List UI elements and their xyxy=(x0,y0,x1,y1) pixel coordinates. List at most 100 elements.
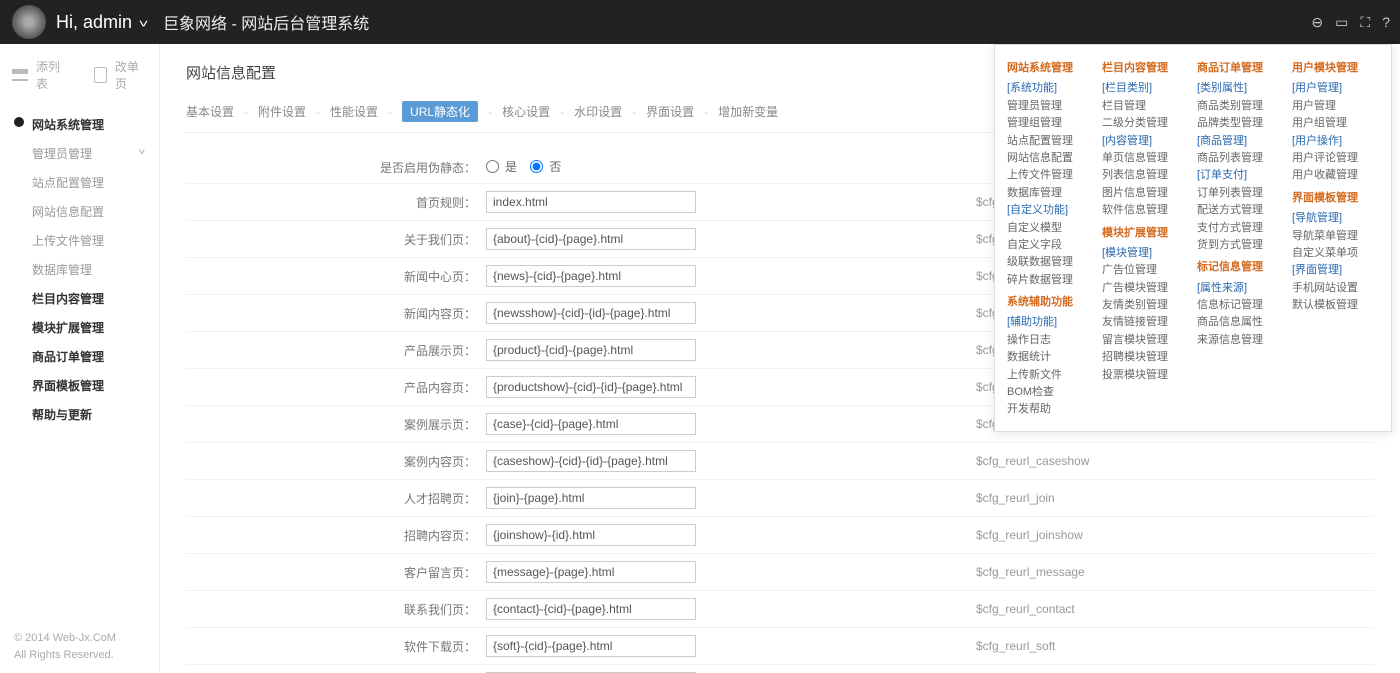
mega-bracket-link[interactable]: [模块管理] xyxy=(1102,245,1197,262)
url-input[interactable] xyxy=(486,598,696,620)
mega-link[interactable]: 品牌类型管理 xyxy=(1197,115,1292,132)
tab-6[interactable]: 界面设置 xyxy=(646,103,694,120)
mega-link[interactable]: 广告模块管理 xyxy=(1102,280,1197,297)
sidebar-item[interactable]: 帮助与更新 xyxy=(10,400,159,429)
mega-link[interactable]: 图片信息管理 xyxy=(1102,185,1197,202)
mega-link[interactable]: 商品信息属性 xyxy=(1197,314,1292,331)
mega-link[interactable]: 用户评论管理 xyxy=(1292,150,1387,167)
mega-link[interactable]: 来源信息管理 xyxy=(1197,332,1292,349)
mega-link[interactable]: 开发帮助 xyxy=(1007,401,1102,418)
mega-link[interactable]: 货到方式管理 xyxy=(1197,237,1292,254)
tab-4[interactable]: 核心设置 xyxy=(502,103,550,120)
mega-link[interactable]: 投票模块管理 xyxy=(1102,367,1197,384)
tab-2[interactable]: 性能设置 xyxy=(330,103,378,120)
mega-link[interactable]: 商品类别管理 xyxy=(1197,98,1292,115)
mega-link[interactable]: 友情链接管理 xyxy=(1102,314,1197,331)
sidebar-item[interactable]: 栏目内容管理 xyxy=(10,284,159,313)
mega-bracket-link[interactable]: [用户操作] xyxy=(1292,133,1387,150)
url-input[interactable] xyxy=(486,265,696,287)
sidebar-item[interactable]: 站点配置管理 xyxy=(10,168,159,197)
mega-link[interactable]: 自定义菜单项 xyxy=(1292,245,1387,262)
mega-link[interactable]: 自定义字段 xyxy=(1007,237,1102,254)
url-input[interactable] xyxy=(486,487,696,509)
mega-link[interactable]: 友情类别管理 xyxy=(1102,297,1197,314)
mega-link[interactable]: 用户组管理 xyxy=(1292,115,1387,132)
mega-link[interactable]: 碎片数据管理 xyxy=(1007,272,1102,289)
mega-link[interactable]: 配送方式管理 xyxy=(1197,202,1292,219)
mega-link[interactable]: 级联数据管理 xyxy=(1007,254,1102,271)
sidebar-item[interactable]: 管理员管理˅ xyxy=(10,139,159,168)
mega-link[interactable]: 列表信息管理 xyxy=(1102,167,1197,184)
mega-link[interactable]: 数据统计 xyxy=(1007,349,1102,366)
url-input[interactable] xyxy=(486,228,696,250)
mega-bracket-link[interactable]: [界面管理] xyxy=(1292,262,1387,279)
url-input[interactable] xyxy=(486,524,696,546)
mega-bracket-link[interactable]: [商品管理] xyxy=(1197,133,1292,150)
url-input[interactable] xyxy=(486,450,696,472)
mega-bracket-link[interactable]: [属性来源] xyxy=(1197,280,1292,297)
sidebar-item[interactable]: 界面模板管理 xyxy=(10,371,159,400)
mega-bracket-link[interactable]: [自定义功能] xyxy=(1007,202,1102,219)
sidebar-item[interactable]: 上传文件管理 xyxy=(10,226,159,255)
add-list-button[interactable]: 添列表 xyxy=(36,58,68,92)
mega-link[interactable]: 招聘模块管理 xyxy=(1102,349,1197,366)
mega-link[interactable]: 栏目管理 xyxy=(1102,98,1197,115)
mega-link[interactable]: 用户管理 xyxy=(1292,98,1387,115)
radio-yes-input[interactable] xyxy=(486,160,499,173)
sidebar-item[interactable]: 网站系统管理 xyxy=(10,110,159,139)
mega-link[interactable]: 上传文件管理 xyxy=(1007,167,1102,184)
edit-page-button[interactable]: 改单页 xyxy=(115,58,147,92)
mega-bracket-link[interactable]: [导航管理] xyxy=(1292,210,1387,227)
tab-1[interactable]: 附件设置 xyxy=(258,103,306,120)
help-icon[interactable]: ? xyxy=(1382,14,1390,30)
url-input[interactable] xyxy=(486,635,696,657)
mega-link[interactable]: 自定义模型 xyxy=(1007,220,1102,237)
radio-no-input[interactable] xyxy=(530,160,543,173)
mega-bracket-link[interactable]: [栏目类别] xyxy=(1102,80,1197,97)
mega-link[interactable]: 广告位管理 xyxy=(1102,262,1197,279)
mega-bracket-link[interactable]: [订单支付] xyxy=(1197,167,1292,184)
tab-3[interactable]: URL静态化 xyxy=(402,101,478,122)
mega-link[interactable]: 操作日志 xyxy=(1007,332,1102,349)
tab-0[interactable]: 基本设置 xyxy=(186,103,234,120)
mega-link[interactable]: 信息标记管理 xyxy=(1197,297,1292,314)
url-input[interactable] xyxy=(486,339,696,361)
mega-link[interactable]: 软件信息管理 xyxy=(1102,202,1197,219)
sidebar-item[interactable]: 模块扩展管理 xyxy=(10,313,159,342)
mega-link[interactable]: 数据库管理 xyxy=(1007,185,1102,202)
mega-link[interactable]: 订单列表管理 xyxy=(1197,185,1292,202)
url-input[interactable] xyxy=(486,413,696,435)
mega-link[interactable]: 支付方式管理 xyxy=(1197,220,1292,237)
mega-link[interactable]: BOM检查 xyxy=(1007,384,1102,401)
mega-link[interactable]: 默认模板管理 xyxy=(1292,297,1387,314)
sidebar-item[interactable]: 商品订单管理 xyxy=(10,342,159,371)
mega-link[interactable]: 站点配置管理 xyxy=(1007,133,1102,150)
mega-link[interactable]: 手机网站设置 xyxy=(1292,280,1387,297)
url-input[interactable] xyxy=(486,376,696,398)
mega-link[interactable]: 二级分类管理 xyxy=(1102,115,1197,132)
expand-icon[interactable]: ⛶ xyxy=(1360,14,1370,31)
mega-link[interactable]: 商品列表管理 xyxy=(1197,150,1292,167)
monitor-icon[interactable]: ▭ xyxy=(1335,14,1348,31)
url-input[interactable] xyxy=(486,302,696,324)
mega-bracket-link[interactable]: [辅助功能] xyxy=(1007,314,1102,331)
mega-bracket-link[interactable]: [用户管理] xyxy=(1292,80,1387,97)
mega-link[interactable]: 单页信息管理 xyxy=(1102,150,1197,167)
mega-link[interactable]: 留言模块管理 xyxy=(1102,332,1197,349)
mega-link[interactable]: 管理组管理 xyxy=(1007,115,1102,132)
mega-link[interactable]: 导航菜单管理 xyxy=(1292,228,1387,245)
radio-yes[interactable]: 是 xyxy=(486,158,517,175)
url-input[interactable] xyxy=(486,191,696,213)
mega-bracket-link[interactable]: [内容管理] xyxy=(1102,133,1197,150)
mega-link[interactable]: 上传新文件 xyxy=(1007,367,1102,384)
tab-7[interactable]: 增加新变量 xyxy=(718,103,778,120)
minimize-icon[interactable]: ⊖ xyxy=(1311,14,1323,31)
url-input[interactable] xyxy=(486,561,696,583)
mega-link[interactable]: 用户收藏管理 xyxy=(1292,167,1387,184)
sidebar-item[interactable]: 数据库管理 xyxy=(10,255,159,284)
radio-no[interactable]: 否 xyxy=(530,158,561,175)
mega-link[interactable]: 网站信息配置 xyxy=(1007,150,1102,167)
mega-bracket-link[interactable]: [系统功能] xyxy=(1007,80,1102,97)
sidebar-item[interactable]: 网站信息配置 xyxy=(10,197,159,226)
mega-bracket-link[interactable]: [类别属性] xyxy=(1197,80,1292,97)
